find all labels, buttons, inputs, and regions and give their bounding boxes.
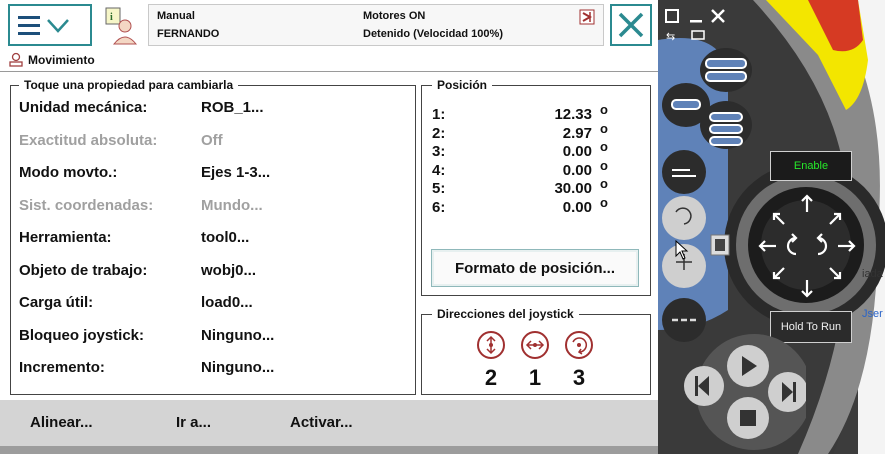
svg-text:i: i bbox=[110, 12, 113, 23]
position-group: Posición 1: 12.33 o 2: 2.97 o 3: 0.00 o 4: 0.00 o 5:… bbox=[421, 78, 651, 296]
joystick-directions-group: Direcciones del joystick 2 1 3 bbox=[421, 307, 651, 395]
axis-label: 4: bbox=[432, 161, 446, 179]
property-row[interactable]: Unidad mecánica: ROB_1... bbox=[11, 92, 411, 122]
axis-value: 30.00 bbox=[554, 180, 592, 197]
window-title: Movimiento bbox=[28, 53, 95, 67]
close-button[interactable] bbox=[610, 4, 652, 46]
title-divider bbox=[0, 71, 658, 72]
axis-label: 3: bbox=[432, 143, 446, 160]
property-value: Ninguno... bbox=[201, 359, 275, 376]
property-row: Exactitud absoluta: Off bbox=[11, 125, 411, 155]
axis-value: 12.33 bbox=[554, 106, 592, 123]
run-state-text: Detenido (Velocidad 100%) bbox=[363, 28, 503, 40]
window-title-row: Movimiento bbox=[6, 50, 646, 70]
programmable-keys[interactable] bbox=[658, 45, 758, 165]
activate-button[interactable]: Activar... bbox=[290, 400, 353, 446]
mouse-cursor-icon bbox=[675, 240, 689, 260]
run-controls[interactable] bbox=[676, 330, 806, 454]
degree-unit: o bbox=[600, 176, 608, 191]
property-label: Bloqueo joystick: bbox=[19, 326, 145, 344]
joystick-axis-label: 2 bbox=[484, 365, 498, 390]
bottom-edge bbox=[0, 446, 658, 454]
joystick-legend: Direcciones del joystick bbox=[432, 307, 579, 321]
position-format-button[interactable]: Formato de posición... bbox=[431, 249, 639, 287]
position-legend: Posición bbox=[432, 78, 493, 92]
property-label: Exactitud absoluta: bbox=[19, 131, 158, 149]
joystick-axis-label: 3 bbox=[572, 365, 586, 390]
degree-unit: o bbox=[600, 194, 608, 210]
axis-value: 0.00 bbox=[562, 198, 592, 216]
axis-value: 0.00 bbox=[562, 143, 592, 160]
property-label: Objeto de trabajo: bbox=[19, 261, 148, 279]
close-icon bbox=[618, 12, 644, 38]
property-row[interactable]: Bloqueo joystick: Ninguno... bbox=[11, 320, 411, 350]
property-value: tool0... bbox=[201, 229, 250, 246]
background-text: Jser bbox=[862, 308, 883, 320]
command-bar: Alinear... Ir a... Activar... bbox=[0, 400, 658, 446]
property-row[interactable]: Modo movto.: Ejes 1-3... bbox=[11, 157, 411, 187]
degree-unit: o bbox=[600, 139, 608, 154]
properties-group: Toque una propiedad para cambiarla Unida… bbox=[10, 78, 416, 395]
user-info-icon[interactable]: i bbox=[100, 4, 142, 46]
status-bar[interactable]: Manual FERNANDO Motores ON Detenido (Vel… bbox=[148, 4, 604, 46]
property-value: load0... bbox=[201, 294, 253, 311]
enable-button[interactable]: Enable bbox=[770, 151, 852, 181]
goto-button[interactable]: Ir a... bbox=[176, 400, 211, 446]
user-text: FERNANDO bbox=[157, 28, 220, 40]
property-row[interactable]: Incremento: Ninguno... bbox=[11, 352, 411, 382]
property-row[interactable]: Herramienta: tool0... bbox=[11, 222, 411, 252]
property-row[interactable]: Carga útil: load0... bbox=[11, 287, 411, 317]
toggle-key[interactable] bbox=[710, 234, 730, 256]
hamburger-chevron-icon bbox=[18, 16, 69, 35]
axis-label: 6: bbox=[432, 198, 446, 216]
axis-label: 1: bbox=[432, 106, 446, 123]
axis-1-icon bbox=[521, 331, 549, 359]
mode-text: Manual bbox=[157, 10, 195, 22]
property-label: Modo movto.: bbox=[19, 164, 118, 181]
degree-unit: o bbox=[600, 157, 608, 173]
axis-2-icon bbox=[477, 331, 505, 359]
property-label: Sist. coordenadas: bbox=[19, 196, 154, 214]
window-controls[interactable]: ⇆ bbox=[664, 6, 730, 42]
property-label: Carga útil: bbox=[19, 294, 94, 311]
position-row: 6: 0.00 o bbox=[432, 195, 632, 219]
jogging-icon bbox=[9, 52, 23, 67]
pendant-hardware: ⇆ Enable Hold To Run iada Jser bbox=[658, 0, 885, 454]
axis-value: 0.00 bbox=[562, 161, 592, 179]
degree-unit: o bbox=[600, 102, 608, 117]
property-value: ROB_1... bbox=[201, 99, 264, 116]
svg-text:⇆: ⇆ bbox=[666, 30, 675, 42]
property-value: Ejes 1-3... bbox=[201, 164, 271, 181]
axis-label: 5: bbox=[432, 180, 446, 197]
property-label: Unidad mecánica: bbox=[19, 99, 148, 116]
property-label: Incremento: bbox=[19, 359, 105, 376]
background-text: iada bbox=[862, 268, 883, 280]
degree-unit: o bbox=[600, 120, 608, 136]
properties-legend: Toque una propiedad para cambiarla bbox=[19, 78, 239, 92]
joystick[interactable] bbox=[752, 188, 862, 303]
property-value: Ninguno... bbox=[201, 326, 275, 344]
property-value: wobj0... bbox=[201, 261, 257, 279]
property-row[interactable]: Objeto de trabajo: wobj0... bbox=[11, 255, 411, 285]
joystick-axis-label: 1 bbox=[528, 365, 542, 390]
top-bar: i Manual FERNANDO Motores ON Detenido (V… bbox=[0, 0, 658, 50]
motors-text: Motores ON bbox=[363, 10, 426, 22]
align-button[interactable]: Alinear... bbox=[30, 400, 93, 446]
property-value: Off bbox=[201, 131, 223, 149]
event-log-icon[interactable] bbox=[579, 9, 595, 25]
property-label: Herramienta: bbox=[19, 229, 112, 246]
abb-menu-button[interactable] bbox=[8, 4, 92, 46]
property-row: Sist. coordenadas: Mundo... bbox=[11, 190, 411, 220]
axis-value: 2.97 bbox=[562, 124, 592, 142]
flexpendant-screen: i Manual FERNANDO Motores ON Detenido (V… bbox=[0, 0, 658, 454]
axis-label: 2: bbox=[432, 124, 446, 142]
property-value: Mundo... bbox=[201, 196, 263, 214]
axis-3-icon bbox=[565, 331, 593, 359]
